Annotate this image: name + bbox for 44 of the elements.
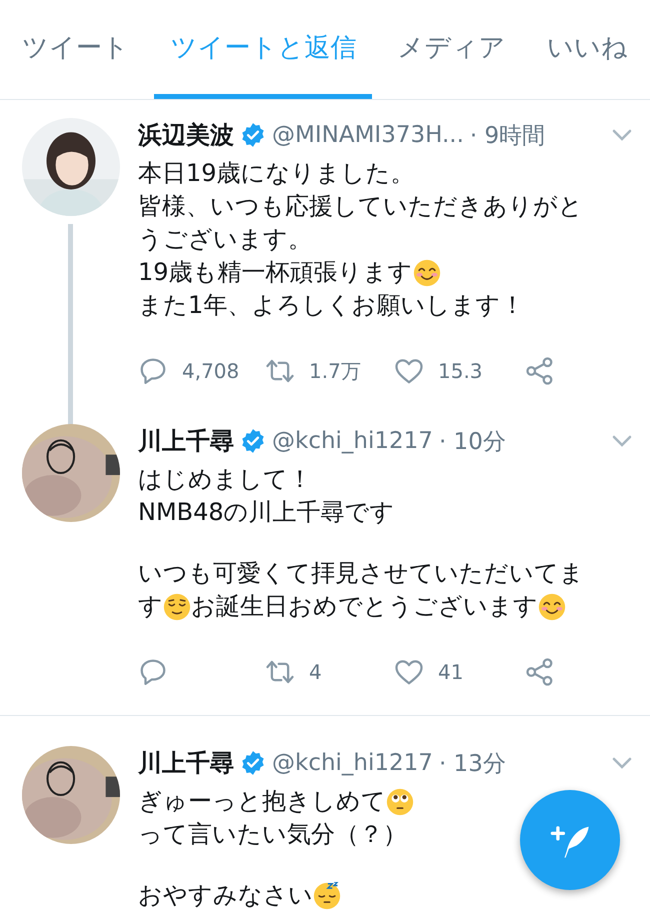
user-handle[interactable]: @kchi_hi1217 bbox=[272, 750, 433, 776]
tweet-text: お誕生日おめでとうございます bbox=[191, 591, 538, 622]
tweet-text: ぎゅーっと抱きしめて bbox=[138, 786, 386, 817]
reply-icon[interactable] bbox=[138, 356, 168, 386]
tweet-text: うございます。 bbox=[138, 224, 312, 255]
tweet-time: · 10分 bbox=[438, 428, 506, 456]
action-count: 4,708 bbox=[182, 359, 240, 383]
user-name[interactable]: 川上千尋 bbox=[138, 747, 234, 779]
action-count: 41 bbox=[438, 660, 464, 684]
tweet-text: いつも可愛くて拝見させていただいてま bbox=[138, 558, 584, 589]
tweet-text: って言いたい気分（？） bbox=[138, 819, 407, 850]
caret-icon[interactable] bbox=[612, 435, 632, 447]
tweet-text: 19歳も精一杯頑張ります bbox=[138, 257, 413, 288]
user-handle[interactable]: @MINAMI373H... bbox=[272, 122, 464, 148]
tab[interactable]: メディア bbox=[382, 0, 522, 99]
tweet-text: NMB48の川上千尋です bbox=[138, 497, 395, 528]
smiling-emoji-icon bbox=[412, 258, 441, 286]
tweet-text: はじめまして！ bbox=[138, 464, 312, 495]
caret-icon[interactable] bbox=[612, 129, 632, 141]
tab[interactable]: ツイートと返信 bbox=[154, 0, 372, 99]
action-count: 1.7万 bbox=[309, 358, 361, 384]
tweet-text: 本日19歳になりました。 bbox=[138, 158, 415, 189]
action-count: 15.3 bbox=[438, 359, 483, 383]
compose-button[interactable] bbox=[520, 790, 620, 890]
sleeping-emoji-icon bbox=[313, 882, 341, 910]
tab[interactable]: いいね bbox=[530, 0, 644, 99]
relieved-emoji-icon bbox=[163, 592, 191, 620]
smiling-emoji-icon bbox=[538, 592, 566, 620]
pleading-emoji-icon bbox=[386, 788, 414, 816]
user-name[interactable]: 浜辺美波 bbox=[138, 119, 234, 151]
tweet-text: おやすみなさい bbox=[138, 880, 313, 911]
user-name[interactable]: 川上千尋 bbox=[138, 425, 234, 457]
tweet-text: す bbox=[138, 591, 163, 622]
share-icon[interactable] bbox=[525, 356, 555, 386]
reply-icon[interactable] bbox=[138, 657, 168, 687]
share-icon[interactable] bbox=[525, 657, 555, 687]
user-handle[interactable]: @kchi_hi1217 bbox=[272, 428, 433, 454]
caret-icon[interactable] bbox=[612, 757, 632, 769]
tweet-time: · 9時間 bbox=[470, 122, 546, 150]
tab[interactable]: ツイート bbox=[6, 0, 145, 99]
tweet-text: 皆様、いつも応援していただきありがと bbox=[138, 191, 583, 222]
tweet-text: また1年、よろしくお願いします！ bbox=[138, 290, 524, 321]
action-count: 4 bbox=[309, 660, 322, 684]
tweet-time: · 13分 bbox=[438, 750, 506, 778]
